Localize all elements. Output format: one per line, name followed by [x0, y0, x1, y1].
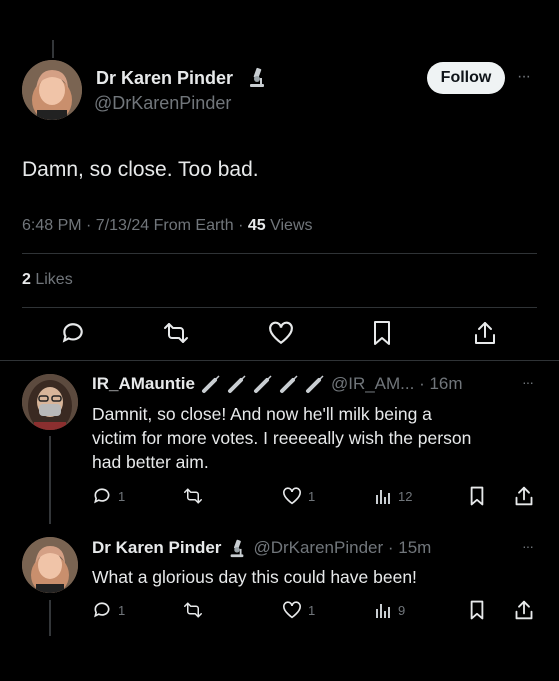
- reply-1-header: IR_AMauntie @IR_AM... · 16m: [92, 374, 463, 394]
- follow-button[interactable]: Follow: [427, 62, 505, 94]
- analytics-icon: [376, 490, 390, 504]
- main-author-name[interactable]: Dr Karen Pinder: [96, 68, 233, 89]
- views-count: 12: [398, 488, 413, 504]
- reply-1-like-action[interactable]: 1: [282, 487, 315, 505]
- reply-2-like-action[interactable]: 1: [282, 601, 315, 619]
- reply-1-text: Damnit, so close! And now he'll milk bei…: [92, 402, 542, 474]
- reply-1-more-icon[interactable]: ···: [522, 374, 534, 390]
- syringe-icon: [305, 375, 324, 393]
- more-options-icon[interactable]: ···: [517, 68, 531, 86]
- divider-likes: [22, 307, 537, 308]
- thread-line-reply-1: [49, 436, 51, 524]
- reply-2-bookmark-icon[interactable]: [469, 600, 485, 620]
- syringe-icon: [253, 375, 272, 393]
- reply-icon: [94, 488, 110, 504]
- microscope-icon: [231, 539, 244, 558]
- views-label: Views: [265, 217, 313, 234]
- likes-label: Likes: [30, 271, 73, 288]
- post-meta: 6:48 PM · 7/13/24 From Earth · 45 Views: [22, 217, 313, 235]
- avatar-reply-1[interactable]: [22, 374, 78, 430]
- reply-icon: [94, 602, 110, 618]
- reply-2-views-action[interactable]: 9: [374, 601, 405, 619]
- views-count: 45: [247, 217, 266, 234]
- reply-1-retweet-action[interactable]: [182, 487, 210, 505]
- reply-1-handle-time[interactable]: @IR_AM... · 16m: [331, 374, 463, 394]
- reply-2-handle-time[interactable]: @DrKarenPinder · 15m: [253, 538, 431, 558]
- bookmark-icon[interactable]: [372, 320, 392, 346]
- reply-2-more-icon[interactable]: ···: [522, 538, 534, 554]
- reply-2-share-icon[interactable]: [514, 599, 534, 621]
- heart-icon: [283, 487, 301, 505]
- reply-2-retweet-action[interactable]: [182, 601, 210, 619]
- post-timestamp-source[interactable]: 6:48 PM · 7/13/24 From Earth ·: [22, 217, 248, 234]
- retweet-icon: [184, 488, 202, 504]
- thread-connector-top: [52, 40, 54, 58]
- retweet-icon: [184, 602, 202, 618]
- syringe-icon: [279, 375, 298, 393]
- reply-1-bookmark-icon[interactable]: [469, 486, 485, 506]
- reply-1-views-action[interactable]: 12: [374, 487, 412, 505]
- post-text: Damn, so close. Too bad.: [22, 158, 259, 181]
- reply-1-text-line: had better aim.: [92, 452, 209, 472]
- thread-line-reply-2: [49, 600, 51, 636]
- main-author-handle[interactable]: @DrKarenPinder: [94, 93, 231, 114]
- reply-2-text: What a glorious day this could have been…: [92, 565, 417, 589]
- reply-2-text-line: What a glorious day this could have been…: [92, 567, 417, 587]
- reply-1-author-name[interactable]: IR_AMauntie: [92, 374, 195, 394]
- analytics-icon: [376, 604, 390, 618]
- avatar-reply-2[interactable]: [22, 537, 78, 593]
- reply-1-text-line: victim for more votes. I reeeeally wish …: [92, 428, 472, 448]
- divider-meta: [22, 253, 537, 254]
- syringe-icons: [201, 374, 325, 394]
- microscope-icon: [246, 66, 268, 88]
- syringe-icon: [227, 375, 246, 393]
- reply-1-text-line: Damnit, so close! And now he'll milk bei…: [92, 404, 432, 424]
- heart-icon[interactable]: [268, 321, 294, 345]
- reply-icon[interactable]: [60, 320, 86, 346]
- views-count: 9: [398, 602, 406, 618]
- likes-summary[interactable]: 2 Likes: [22, 271, 73, 289]
- reply-1-share-icon[interactable]: [514, 485, 534, 507]
- reply-2-reply-action[interactable]: 1: [92, 600, 125, 620]
- syringe-icon: [201, 375, 220, 393]
- avatar-main-author[interactable]: [22, 60, 82, 120]
- share-icon[interactable]: [473, 320, 497, 346]
- like-count: 1: [308, 488, 316, 504]
- retweet-icon[interactable]: [163, 321, 189, 345]
- likes-count: 2: [22, 271, 31, 288]
- reply-2-header: Dr Karen Pinder @DrKarenPinder · 15m: [92, 538, 431, 558]
- like-count: 1: [308, 602, 316, 618]
- reply-count: 1: [118, 602, 126, 618]
- divider-actions: [0, 360, 559, 361]
- reply-count: 1: [118, 488, 126, 504]
- heart-icon: [283, 601, 301, 619]
- reply-2-author-name[interactable]: Dr Karen Pinder: [92, 538, 221, 558]
- reply-1-reply-action[interactable]: 1: [92, 486, 125, 506]
